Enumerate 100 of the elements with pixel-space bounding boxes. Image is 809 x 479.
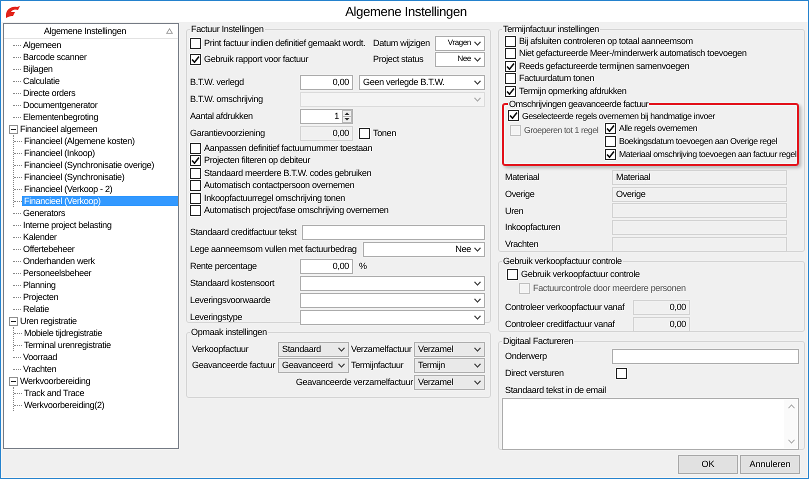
scroll-up-icon [788, 404, 794, 410]
tree-item[interactable]: Interne project belasting [21, 220, 178, 230]
checkbox[interactable] [505, 36, 516, 47]
tree-item[interactable]: Projecten [21, 292, 178, 302]
checkbox[interactable] [359, 128, 370, 139]
tree-item[interactable]: Mobiele tijdregistratie [22, 328, 178, 338]
tree-item[interactable]: Financieel algemeen [18, 124, 178, 134]
dropdown[interactable]: Standaard [278, 342, 349, 357]
checkbox[interactable] [605, 136, 616, 147]
tree-item[interactable]: Financieel (Synchronisatie overige) [22, 160, 178, 170]
field-label: Leveringstype [190, 312, 244, 323]
checkbox[interactable] [505, 48, 516, 60]
dialog-button[interactable]: Annuleren [740, 454, 800, 474]
checkbox[interactable] [505, 73, 516, 84]
tree-item[interactable]: Track and Trace [22, 388, 178, 398]
group-title: Factuur Instellingen [190, 23, 265, 35]
tree-item[interactable]: Vrachten [21, 364, 178, 374]
field-label: B.T.W. omschrijving [190, 94, 264, 105]
column-header[interactable]: Algemene Instellingen [4, 26, 166, 36]
dropdown[interactable]: Verzamel [414, 374, 485, 390]
checkbox[interactable] [190, 192, 201, 204]
field-label: Direct versturen [505, 368, 565, 379]
checkbox[interactable] [190, 180, 201, 192]
checkbox-label: Niet gefactureerde Meer-/minderwerk automatisch toevoegen [519, 48, 747, 60]
tree-item[interactable]: Bijlagen [21, 64, 178, 74]
checkbox-label: Aanpassen definitief factuurnummer toestaan [204, 142, 372, 154]
checkbox[interactable] [505, 86, 516, 97]
caret-icon [474, 380, 481, 385]
field-label: Inkoopfacturen [505, 222, 562, 234]
tree-item[interactable]: Offertebeheer [21, 244, 178, 254]
dropdown[interactable]: Geavanceerd [278, 358, 349, 374]
caret-icon [474, 247, 481, 252]
checkbox[interactable] [505, 60, 516, 72]
text-field[interactable] [302, 225, 485, 240]
caret-icon [474, 315, 481, 320]
dialog-button[interactable]: OK [678, 454, 738, 474]
number-field[interactable]: 0,00 [300, 75, 353, 90]
checkbox[interactable] [507, 268, 518, 280]
checkbox[interactable] [605, 149, 616, 160]
checkbox[interactable] [190, 205, 201, 216]
tree-item[interactable]: Documentgenerator [21, 100, 178, 110]
tree-item[interactable]: Relatie [21, 304, 178, 314]
tree-item[interactable]: Elementenbegroting [21, 112, 178, 122]
checkbox[interactable] [190, 54, 201, 64]
group-title: Termijnfactuur instellingen [502, 23, 600, 35]
caret-icon [474, 346, 481, 352]
tree-item[interactable]: Financieel (Inkoop) [22, 148, 178, 158]
tree-item[interactable]: Directe orders [21, 88, 178, 98]
tree-item[interactable]: Voorraad [21, 352, 178, 362]
dropdown[interactable]: Termijn [414, 358, 485, 374]
tree-item[interactable]: Calculatie [21, 76, 178, 86]
tree-item[interactable]: Algemeen [21, 40, 178, 50]
checkbox[interactable] [190, 155, 201, 166]
tree-item[interactable]: Uren registratie [18, 316, 178, 326]
checkbox-label: Gebruik rapport voor factuur [204, 54, 308, 64]
group-title: Digitaal Factureren [502, 335, 574, 347]
number-field[interactable]: 1 [300, 109, 353, 124]
field-label: Leveringsvoorwaarde [190, 295, 272, 306]
checkbox[interactable] [190, 142, 201, 154]
tree-item[interactable]: Werkvoorbereiding(2) [22, 400, 178, 410]
tree-item[interactable]: Terminal urenregistratie [22, 340, 178, 350]
field-label: Rente percentage [190, 261, 258, 272]
checkbox[interactable] [616, 368, 627, 379]
checkbox[interactable] [605, 123, 616, 134]
tree-item[interactable]: Barcode scanner [21, 52, 178, 62]
field-label: B.T.W. verlegd [190, 77, 245, 88]
tree-item[interactable]: Personeelsbeheer [21, 268, 178, 278]
caret-icon [474, 281, 481, 286]
checkbox[interactable] [190, 168, 201, 179]
checkbox-label: Automatisch contactpersoon overnemen [204, 180, 354, 192]
scroll-down-icon [788, 439, 794, 444]
dropdown[interactable]: Verzamel [414, 342, 485, 357]
dropdown[interactable]: Geen verlegde B.T.W. [359, 75, 485, 90]
checkbox-label: Alle regels overnemen [619, 123, 698, 134]
field-label: Geavanceerde factuur [192, 360, 276, 372]
caret-icon [474, 56, 481, 62]
text-field[interactable] [612, 348, 799, 364]
checkbox[interactable] [508, 110, 519, 122]
caret-icon [338, 363, 345, 368]
scrollbar[interactable] [784, 399, 798, 450]
caret-icon [474, 40, 481, 46]
tree-item[interactable]: Generators [21, 208, 178, 218]
tree-item[interactable]: Financieel (Algemene kosten) [22, 136, 178, 146]
tree-item[interactable]: Planning [21, 280, 178, 290]
collapse-icon[interactable] [9, 124, 18, 134]
tree-item[interactable]: Onderhanden werk [21, 256, 178, 266]
collapse-icon[interactable] [9, 316, 18, 326]
checkbox-label: Materiaal omschrijving toevoegen aan factuur regel [619, 149, 796, 160]
collapse-icon[interactable] [9, 376, 18, 386]
tree-item[interactable]: Financieel (Synchronisatie) [22, 172, 178, 182]
tree-item[interactable]: Werkvoorbereiding [18, 376, 178, 386]
spin-icon [342, 110, 352, 123]
checkbox[interactable] [190, 38, 201, 48]
tree-item[interactable]: Financieel (Verkoop - 2) [22, 184, 178, 194]
caret-icon [474, 298, 481, 303]
tree-item[interactable]: Kalender [21, 232, 178, 242]
caret-icon [474, 80, 481, 85]
number-field[interactable]: 0,00 [300, 259, 353, 274]
group-title: Omschrijvingen geavanceerde factuur [508, 98, 650, 110]
dropdown[interactable]: Nee [362, 242, 485, 257]
